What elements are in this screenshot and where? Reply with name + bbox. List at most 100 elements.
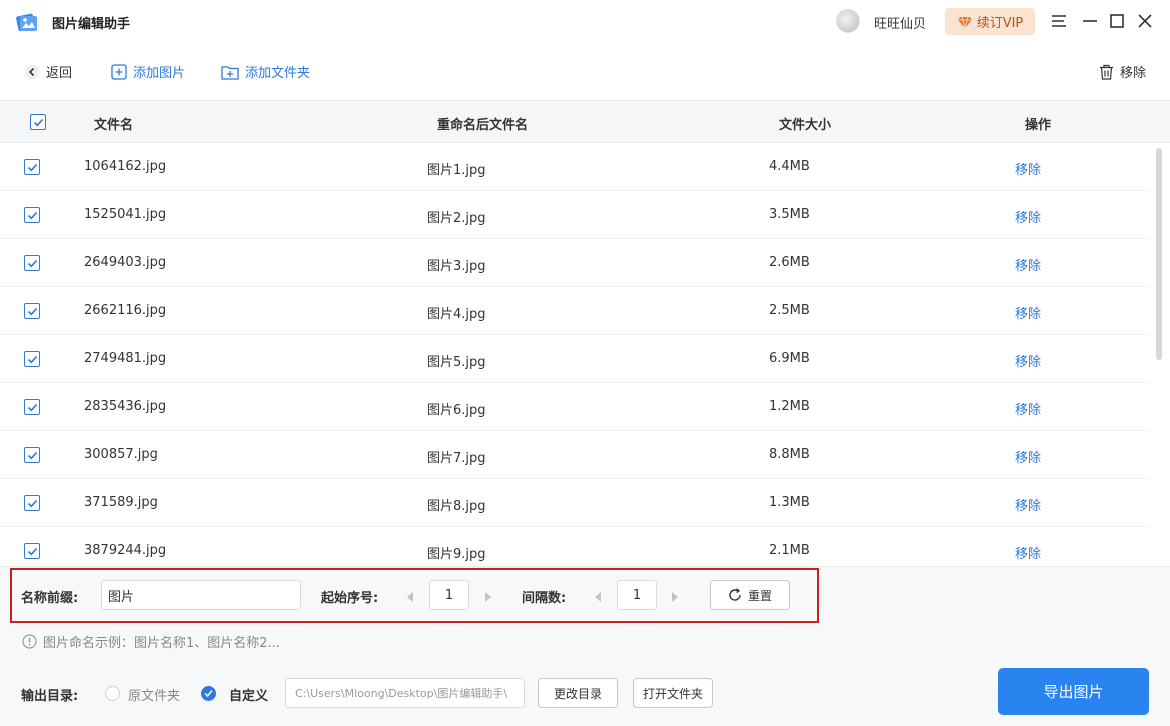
row-checkbox[interactable]: [24, 495, 40, 511]
renew-vip-button[interactable]: 续订VIP: [945, 8, 1035, 35]
back-button[interactable]: 返回: [24, 62, 72, 81]
open-folder-button[interactable]: 打开文件夹: [633, 678, 713, 708]
avatar[interactable]: [836, 9, 860, 33]
add-image-label: 添加图片: [133, 66, 186, 81]
check-icon: [27, 259, 37, 267]
row-renamed: 图片2.jpg: [427, 211, 486, 226]
output-path-input[interactable]: C:\Users\Mloong\Desktop\图片编辑助手\: [285, 678, 525, 708]
output-dir-label: 输出目录:: [21, 689, 79, 704]
header-filename: 文件名: [94, 118, 134, 133]
row-filename: 300857.jpg: [84, 447, 158, 462]
row-remove-link[interactable]: 移除: [1015, 207, 1041, 226]
table-header: 文件名 重命名后文件名 文件大小 操作: [0, 100, 1170, 143]
check-icon: [27, 499, 37, 507]
change-dir-button[interactable]: 更改目录: [538, 678, 618, 708]
radio-custom-folder[interactable]: [201, 686, 216, 701]
row-checkbox[interactable]: [24, 207, 40, 223]
custom-folder-label[interactable]: 自定义: [229, 685, 268, 704]
row-renamed: 图片9.jpg: [427, 547, 486, 562]
header-renamed: 重命名后文件名: [437, 118, 529, 133]
start-decrement-icon[interactable]: [405, 591, 415, 603]
check-icon: [27, 307, 37, 315]
remove-all-label: 移除: [1119, 66, 1146, 81]
username[interactable]: 旺旺仙贝: [874, 13, 926, 32]
check-icon: [27, 451, 37, 459]
row-checkbox[interactable]: [24, 399, 40, 415]
add-folder-button[interactable]: 添加文件夹: [221, 62, 310, 81]
table-row: 3879244.jpg 图片9.jpg 2.1MB 移除: [0, 527, 1150, 566]
renew-vip-label: 续订VIP: [976, 16, 1024, 31]
header-filesize: 文件大小: [779, 118, 832, 133]
check-icon: [27, 163, 37, 171]
row-remove-link[interactable]: 移除: [1015, 255, 1041, 274]
table-row: 371589.jpg 图片8.jpg 1.3MB 移除: [0, 479, 1150, 527]
row-checkbox[interactable]: [24, 351, 40, 367]
prefix-input[interactable]: 图片: [101, 580, 301, 610]
row-size: 2.5MB: [769, 303, 810, 318]
remove-all-button[interactable]: 移除: [1099, 62, 1146, 81]
menu-icon[interactable]: [1050, 12, 1068, 30]
open-folder-label: 打开文件夹: [642, 686, 703, 701]
row-size: 4.4MB: [769, 159, 810, 174]
original-folder-label[interactable]: 原文件夹: [128, 685, 180, 704]
table-row: 2662116.jpg 图片4.jpg 2.5MB 移除: [0, 287, 1150, 335]
table-row: 2835436.jpg 图片6.jpg 1.2MB 移除: [0, 383, 1150, 431]
table-row: 1064162.jpg 图片1.jpg 4.4MB 移除: [0, 143, 1150, 191]
row-remove-link[interactable]: 移除: [1015, 495, 1041, 514]
row-checkbox[interactable]: [24, 303, 40, 319]
row-filename: 2749481.jpg: [84, 351, 167, 366]
toolbar: 返回 添加图片 添加文件夹 移除: [0, 44, 1170, 100]
row-size: 2.6MB: [769, 255, 810, 270]
interval-input[interactable]: 1: [617, 580, 657, 610]
row-remove-link[interactable]: 移除: [1015, 303, 1041, 322]
row-remove-link[interactable]: 移除: [1015, 447, 1041, 466]
minimize-icon[interactable]: [1081, 12, 1099, 30]
naming-hint: 图片命名示例：图片名称1、图片名称2...: [22, 632, 280, 651]
maximize-icon[interactable]: [1108, 12, 1126, 30]
row-checkbox[interactable]: [24, 159, 40, 175]
row-size: 1.3MB: [769, 495, 810, 510]
row-checkbox[interactable]: [24, 543, 40, 559]
row-renamed: 图片1.jpg: [427, 163, 486, 178]
row-size: 1.2MB: [769, 399, 810, 414]
row-filename: 2649403.jpg: [84, 255, 167, 270]
radio-original-folder[interactable]: [105, 686, 120, 701]
row-renamed: 图片5.jpg: [427, 355, 486, 370]
prefix-label: 名称前缀:: [21, 591, 79, 606]
reset-button[interactable]: 重置: [710, 580, 790, 610]
table-row: 1525041.jpg 图片2.jpg 3.5MB 移除: [0, 191, 1150, 239]
row-filename: 1064162.jpg: [84, 159, 167, 174]
scrollbar[interactable]: [1156, 148, 1162, 360]
back-arrow-icon: [24, 64, 40, 79]
reset-label: 重置: [747, 588, 772, 603]
row-checkbox[interactable]: [24, 447, 40, 463]
interval-increment-icon[interactable]: [670, 591, 680, 603]
start-number-label: 起始序号:: [321, 591, 379, 606]
export-label: 导出图片: [1043, 683, 1104, 701]
row-size: 3.5MB: [769, 207, 810, 222]
export-button[interactable]: 导出图片: [998, 668, 1149, 715]
app-logo-icon: [14, 9, 40, 35]
header-action: 操作: [1025, 118, 1052, 133]
select-all-checkbox[interactable]: [30, 114, 46, 130]
row-size: 8.8MB: [769, 447, 810, 462]
close-icon[interactable]: [1136, 12, 1154, 30]
check-icon: [27, 403, 37, 411]
check-icon: [27, 211, 37, 219]
back-label: 返回: [46, 66, 73, 81]
row-checkbox[interactable]: [24, 255, 40, 271]
start-number-input[interactable]: 1: [429, 580, 469, 610]
add-image-button[interactable]: 添加图片: [111, 62, 185, 81]
row-renamed: 图片6.jpg: [427, 403, 486, 418]
title-bar: 图片编辑助手 旺旺仙贝 续订VIP: [0, 0, 1170, 44]
start-increment-icon[interactable]: [483, 591, 493, 603]
check-icon: [204, 690, 213, 698]
row-remove-link[interactable]: 移除: [1015, 351, 1041, 370]
info-icon: [22, 634, 37, 649]
row-remove-link[interactable]: 移除: [1015, 399, 1041, 418]
row-remove-link[interactable]: 移除: [1015, 543, 1041, 562]
interval-label: 间隔数:: [522, 591, 567, 606]
interval-decrement-icon[interactable]: [593, 591, 603, 603]
row-remove-link[interactable]: 移除: [1015, 159, 1041, 178]
naming-hint-text: 图片命名示例：图片名称1、图片名称2...: [43, 636, 280, 651]
